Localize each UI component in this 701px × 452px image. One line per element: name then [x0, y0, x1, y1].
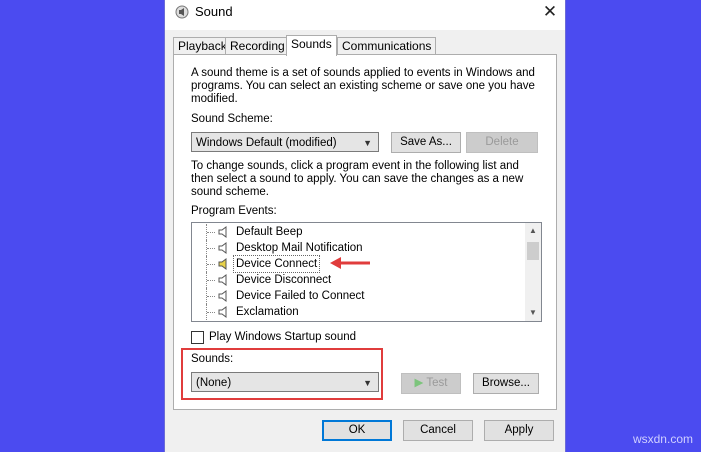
chevron-down-icon: ▼: [363, 138, 372, 148]
watermark: wsxdn.com: [632, 432, 693, 446]
tab-sounds[interactable]: Sounds: [286, 35, 337, 56]
test-label: Test: [426, 377, 448, 389]
event-label: Default Beep: [236, 226, 303, 238]
test-button[interactable]: ▶ Test: [401, 373, 461, 394]
scroll-thumb[interactable]: [527, 242, 539, 260]
browse-button[interactable]: Browse...: [473, 373, 539, 394]
tab-playback[interactable]: Playback: [173, 37, 232, 55]
tab-communications[interactable]: Communications: [337, 37, 437, 55]
speaker-icon: [218, 306, 227, 318]
program-events-label: Program Events:: [191, 205, 277, 217]
list-scrollbar[interactable]: ▲ ▼: [525, 223, 541, 321]
list-item[interactable]: Desktop Mail Notification: [192, 240, 522, 256]
sound-scheme-value: Windows Default (modified): [196, 137, 337, 149]
event-label: Exclamation: [236, 306, 299, 318]
startup-sound-checkbox[interactable]: [191, 331, 204, 344]
ok-button[interactable]: OK: [322, 420, 392, 441]
save-as-button[interactable]: Save As...: [391, 132, 461, 153]
instructions-text: To change sounds, click a program event …: [191, 160, 524, 198]
annotation-arrow-icon: [330, 257, 370, 269]
event-label: Device Disconnect: [236, 274, 332, 286]
event-label: Device Connect: [232, 255, 321, 273]
sound-scheme-select[interactable]: Windows Default (modified) ▼: [191, 132, 379, 152]
speaker-icon: [218, 290, 227, 302]
speaker-icon: [218, 226, 227, 238]
list-item[interactable]: Default Beep: [192, 224, 522, 240]
speaker-icon: [218, 274, 227, 286]
speaker-icon: [218, 258, 227, 270]
sound-scheme-label: Sound Scheme:: [191, 113, 273, 125]
close-button[interactable]: ✕: [535, 0, 565, 24]
scroll-up-icon[interactable]: ▲: [525, 223, 541, 239]
delete-button[interactable]: Delete: [466, 132, 538, 153]
event-label: Device Failed to Connect: [236, 290, 365, 302]
play-icon: ▶: [414, 377, 424, 389]
list-item[interactable]: Device Failed to Connect: [192, 288, 522, 304]
cancel-button[interactable]: Cancel: [403, 420, 473, 441]
title-bar: Sound ✕: [165, 0, 565, 30]
event-label: Desktop Mail Notification: [236, 242, 363, 254]
list-item[interactable]: Exclamation: [192, 304, 522, 320]
speaker-icon: [218, 242, 227, 254]
apply-button[interactable]: Apply: [484, 420, 554, 441]
tab-recording[interactable]: Recording: [225, 37, 290, 55]
annotation-highlight-box: [181, 348, 383, 400]
list-item[interactable]: Device Disconnect: [192, 272, 522, 288]
window-title: Sound: [195, 4, 233, 19]
startup-sound-label: Play Windows Startup sound: [209, 331, 357, 343]
speaker-app-icon: [175, 5, 189, 19]
program-events-list[interactable]: Default Beep Desktop Mail Notification D…: [191, 222, 542, 322]
intro-text: A sound theme is a set of sounds applied…: [191, 67, 535, 105]
scroll-down-icon[interactable]: ▼: [525, 305, 541, 321]
